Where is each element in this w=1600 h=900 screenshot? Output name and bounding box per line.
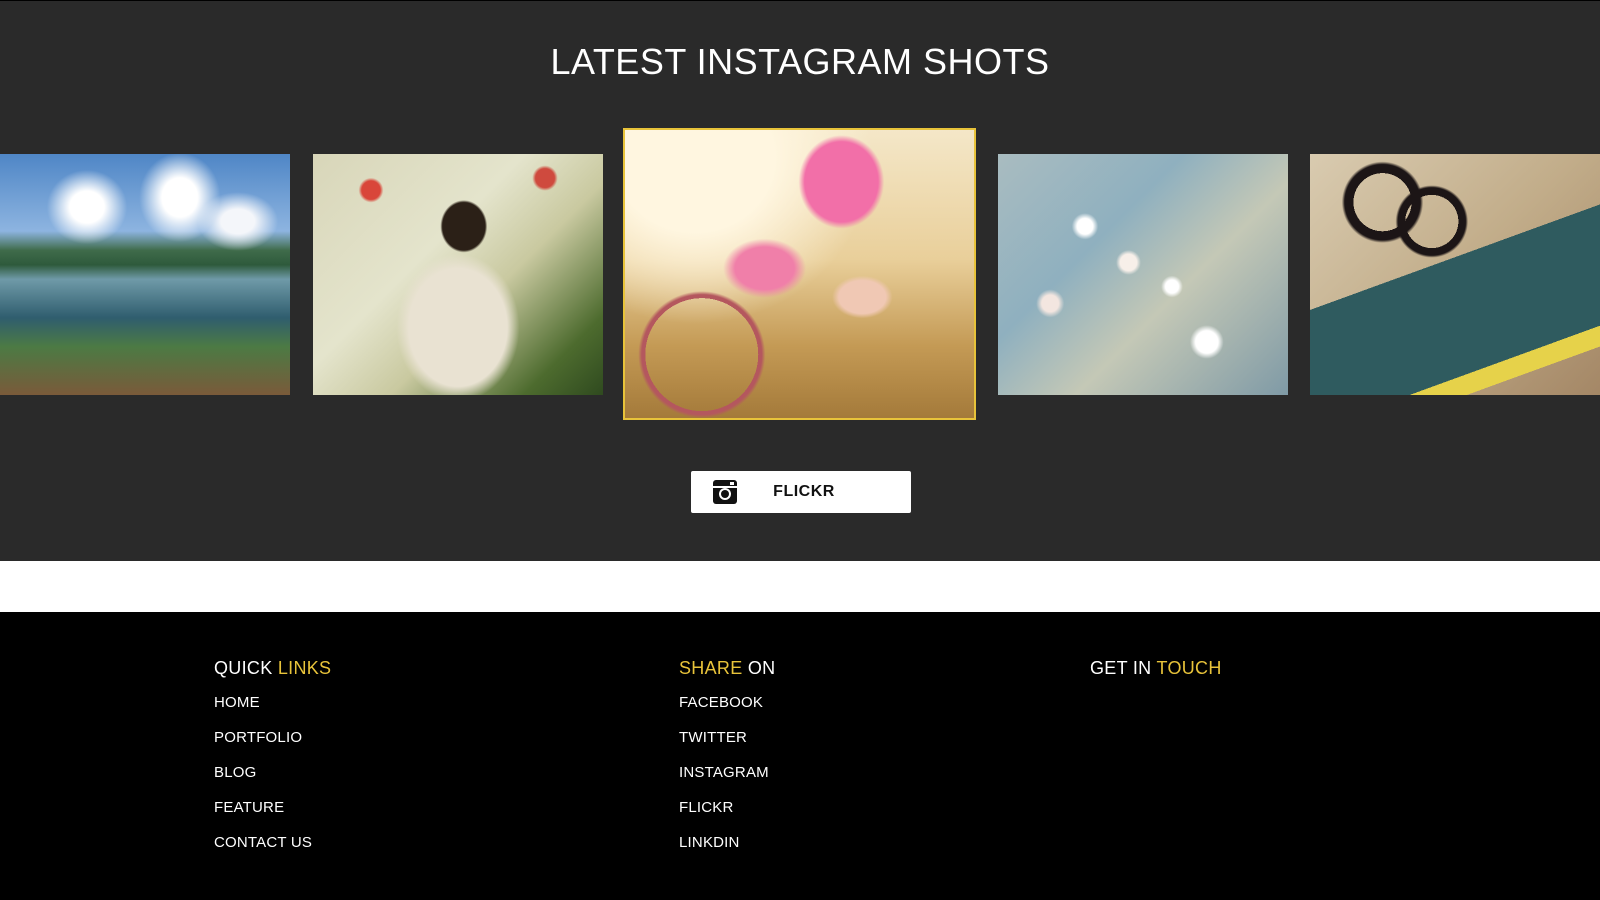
quick-links-column: QUICK LINKS HOME PORTFOLIO BLOG FEATURE …	[214, 658, 331, 868]
quick-link-feature[interactable]: FEATURE	[214, 798, 331, 833]
share-on-heading-plain: ON	[747, 658, 776, 678]
share-link-facebook[interactable]: FACEBOOK	[679, 693, 775, 728]
share-on-list: FACEBOOK TWITTER INSTAGRAM FLICKR LINKDI…	[679, 693, 775, 868]
share-link-linkedin[interactable]: LINKDIN	[679, 833, 775, 868]
section-title: LATEST INSTAGRAM SHOTS	[550, 41, 1050, 82]
gallery-photo-blossom[interactable]	[998, 154, 1288, 395]
share-link-flickr[interactable]: FLICKR	[679, 798, 775, 833]
get-in-touch-heading-plain: GET IN	[1090, 658, 1152, 678]
share-on-heading-accent: SHARE	[679, 658, 743, 678]
flickr-button[interactable]: FLICKR	[691, 471, 911, 513]
gallery-photo-landscape[interactable]	[0, 154, 290, 395]
quick-link-contact-us[interactable]: CONTACT US	[214, 833, 331, 868]
flickr-button-label: FLICKR	[773, 483, 835, 500]
footer: QUICK LINKS HOME PORTFOLIO BLOG FEATURE …	[0, 612, 1600, 900]
get-in-touch-heading-accent: TOUCH	[1156, 658, 1222, 678]
quick-links-heading: QUICK LINKS	[214, 658, 331, 679]
instagram-section: LATEST INSTAGRAM SHOTS FLICKR	[0, 1, 1600, 561]
gallery-photo-woman[interactable]	[313, 154, 603, 395]
get-in-touch-heading: GET IN TOUCH	[1090, 658, 1222, 679]
instagram-icon	[712, 479, 738, 505]
quick-link-portfolio[interactable]: PORTFOLIO	[214, 728, 331, 763]
quick-link-blog[interactable]: BLOG	[214, 763, 331, 798]
quick-links-list: HOME PORTFOLIO BLOG FEATURE CONTACT US	[214, 693, 331, 868]
share-on-heading: SHARE ON	[679, 658, 775, 679]
gallery-photo-glasses[interactable]	[1310, 154, 1600, 395]
share-link-instagram[interactable]: INSTAGRAM	[679, 763, 775, 798]
share-link-twitter[interactable]: TWITTER	[679, 728, 775, 763]
get-in-touch-column: GET IN TOUCH	[1090, 658, 1222, 693]
gallery-photo-bicycle-active[interactable]	[623, 128, 976, 420]
white-divider	[0, 561, 1600, 612]
share-on-column: SHARE ON FACEBOOK TWITTER INSTAGRAM FLIC…	[679, 658, 775, 868]
quick-links-heading-accent: LINKS	[277, 658, 332, 678]
quick-links-heading-plain: QUICK	[214, 658, 273, 678]
quick-link-home[interactable]: HOME	[214, 693, 331, 728]
